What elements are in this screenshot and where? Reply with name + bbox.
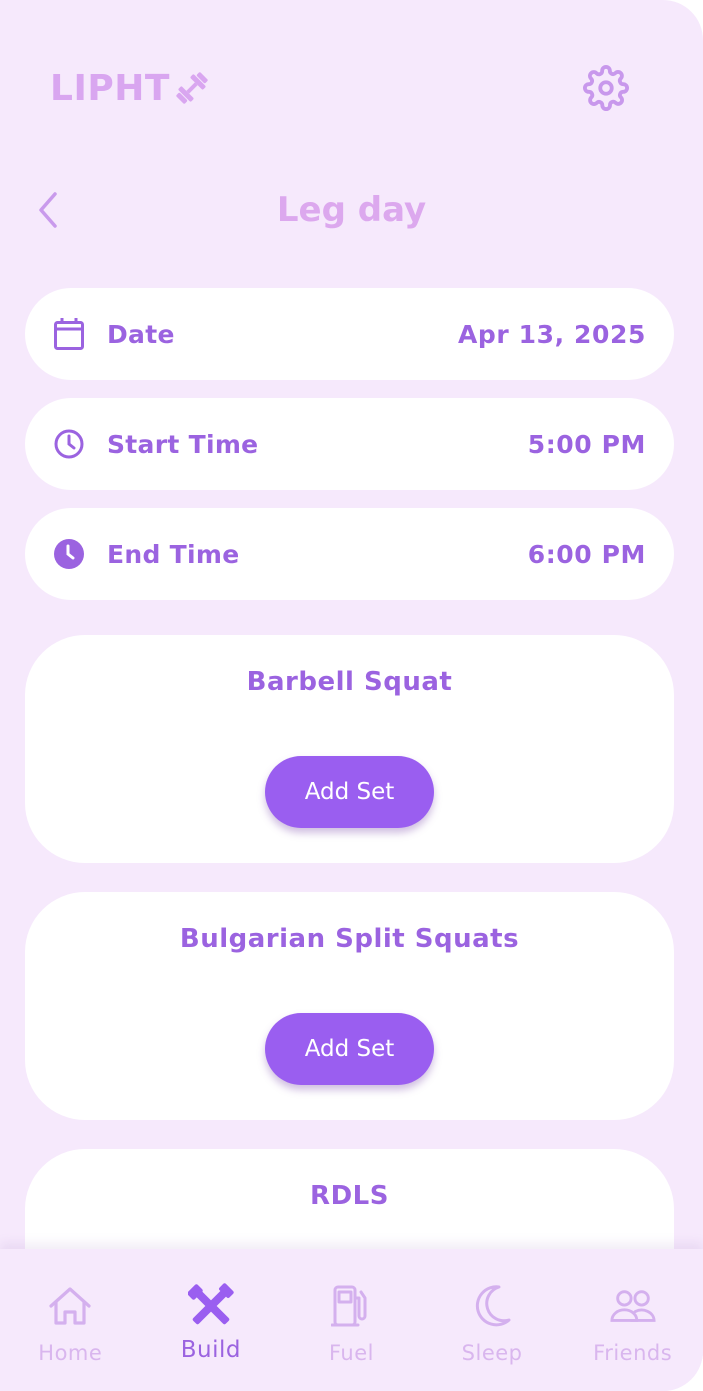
exercise-name: Bulgarian Split Squats bbox=[179, 924, 520, 954]
exercise-name: Barbell Squat bbox=[246, 667, 453, 697]
exercise-card: Barbell Squat Add Set bbox=[25, 635, 674, 863]
corner-decoration bbox=[689, 0, 703, 12]
nav-item-friends[interactable]: Friends bbox=[562, 1249, 703, 1391]
gear-icon bbox=[583, 65, 629, 111]
settings-button[interactable] bbox=[580, 62, 632, 114]
nav-item-home[interactable]: Home bbox=[0, 1249, 141, 1391]
clock-outline-icon bbox=[53, 428, 85, 460]
bottom-nav: Home Build Fuel Sleep Friends bbox=[0, 1249, 703, 1391]
app-screen: LIPHT Leg day Date Apr 13, 2025 Start Ti… bbox=[0, 0, 703, 1391]
logo-text: LIPHT bbox=[50, 67, 170, 109]
moon-icon bbox=[469, 1283, 515, 1329]
nav-label-fuel: Fuel bbox=[328, 1341, 374, 1365]
end-time-label: End Time bbox=[107, 539, 240, 569]
exercise-card: Bulgarian Split Squats Add Set bbox=[25, 892, 674, 1120]
nav-label-home: Home bbox=[38, 1341, 103, 1365]
date-row[interactable]: Date Apr 13, 2025 bbox=[25, 288, 674, 380]
nav-label-sleep: Sleep bbox=[461, 1341, 523, 1365]
start-time-value: 5:00 PM bbox=[527, 429, 646, 459]
start-time-label: Start Time bbox=[107, 429, 259, 459]
end-time-value: 6:00 PM bbox=[527, 539, 646, 569]
page-title: Leg day bbox=[276, 190, 427, 230]
home-icon bbox=[47, 1283, 93, 1329]
back-button[interactable] bbox=[28, 186, 68, 234]
exercise-name: RDLS bbox=[310, 1181, 389, 1211]
nav-item-sleep[interactable]: Sleep bbox=[422, 1249, 563, 1391]
calendar-icon bbox=[53, 318, 85, 350]
date-label: Date bbox=[107, 319, 175, 349]
start-time-row[interactable]: Start Time 5:00 PM bbox=[25, 398, 674, 490]
tools-icon bbox=[187, 1283, 234, 1329]
nav-label-friends: Friends bbox=[593, 1341, 673, 1365]
clock-filled-icon bbox=[53, 538, 85, 570]
nav-label-build: Build bbox=[180, 1337, 242, 1363]
nav-item-fuel[interactable]: Fuel bbox=[281, 1249, 422, 1391]
add-set-button[interactable]: Add Set bbox=[265, 756, 434, 828]
app-logo: LIPHT bbox=[50, 66, 212, 110]
date-value: Apr 13, 2025 bbox=[457, 319, 646, 349]
end-time-row[interactable]: End Time 6:00 PM bbox=[25, 508, 674, 600]
people-icon bbox=[610, 1283, 656, 1329]
chevron-left-icon bbox=[39, 192, 57, 228]
add-set-button[interactable]: Add Set bbox=[265, 1013, 434, 1085]
nav-item-build[interactable]: Build bbox=[141, 1249, 282, 1391]
dumbbell-icon bbox=[176, 72, 208, 104]
fuel-pump-icon bbox=[328, 1283, 374, 1329]
